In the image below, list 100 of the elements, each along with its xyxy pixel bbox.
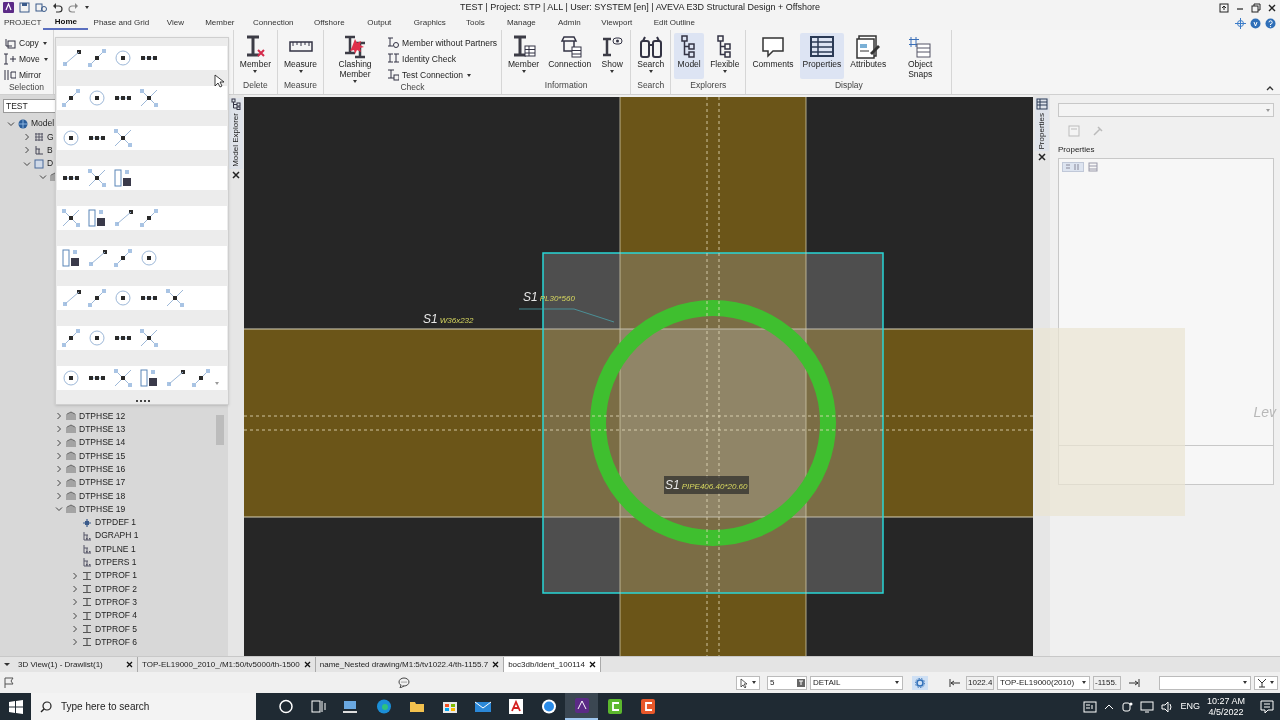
tree-item[interactable]: DTPROF 1 — [95, 569, 138, 583]
arrow-to-start-icon[interactable] — [949, 678, 961, 687]
ribbon-button[interactable]: Attributes — [847, 33, 890, 79]
menu-tab[interactable]: Connection — [243, 16, 304, 30]
snap-tool-icon[interactable] — [113, 288, 133, 308]
ribbon-button[interactable]: Show — [597, 33, 628, 79]
menu-tab[interactable]: Member — [196, 16, 244, 30]
settings-button[interactable] — [912, 675, 928, 690]
detail-dropdown[interactable]: DETAIL — [810, 675, 903, 690]
news-icon[interactable] — [1083, 700, 1098, 713]
close-icon[interactable] — [1267, 2, 1277, 13]
properties-tab[interactable]: Properties — [1034, 98, 1049, 152]
snap-tool-icon[interactable] — [139, 248, 159, 268]
level-dropdown[interactable]: TOP-EL19000(2010) — [997, 675, 1090, 690]
tree-item[interactable]: DTPHSE 17 — [79, 476, 126, 489]
document-icon[interactable] — [35, 2, 47, 13]
arrow-to-end-icon[interactable] — [1128, 678, 1140, 687]
tree-item[interactable]: DTPHSE 16 — [79, 462, 126, 476]
snap-tool-icon[interactable] — [165, 368, 185, 388]
ribbon-button[interactable]: Properties — [799, 33, 845, 79]
tree-item[interactable]: DTPROF 3 — [95, 595, 138, 609]
snap-tool-icon[interactable] — [87, 48, 107, 68]
menu-tab[interactable]: Phase and Grid — [88, 16, 155, 30]
ribbon-button[interactable]: Member — [236, 33, 274, 79]
app-icon[interactable] — [3, 2, 14, 13]
notifications-icon[interactable] — [1260, 699, 1274, 714]
tree-item[interactable]: D — [47, 157, 54, 170]
clock-date[interactable]: 4/5/2022 — [1208, 706, 1244, 718]
menu-tab[interactable]: Edit Outline — [643, 16, 706, 30]
language-indicator[interactable]: ENG — [1180, 699, 1200, 714]
snap-tool-icon[interactable] — [139, 368, 159, 388]
snap-tool-icon[interactable] — [113, 248, 133, 268]
close-icon[interactable] — [1037, 153, 1046, 162]
snap-tool-icon[interactable] — [113, 128, 133, 148]
snap-tool-icon[interactable] — [113, 48, 133, 68]
snap-tool-icon[interactable] — [87, 88, 107, 108]
redo-icon[interactable] — [68, 2, 79, 13]
save-icon[interactable] — [19, 2, 30, 13]
snap-tool-icon[interactable] — [61, 88, 81, 108]
tree-item[interactable]: DTPHSE 12 — [79, 409, 126, 423]
ribbon-button[interactable]: Clashing Member — [327, 33, 384, 79]
ribbon-button[interactable]: Model — [674, 33, 705, 79]
snap-tool-icon[interactable] — [165, 288, 185, 308]
windows-start-icon[interactable] — [9, 699, 23, 714]
menu-tab[interactable]: Output — [355, 16, 404, 30]
tree-item[interactable]: DTPERS 1 — [95, 556, 137, 569]
snap-tool-icon[interactable] — [113, 208, 133, 228]
network-icon[interactable] — [1140, 700, 1155, 713]
clock-time[interactable]: 10:27 AM — [1206, 695, 1245, 707]
tree-item[interactable]: B — [47, 143, 53, 157]
scroll-down-icon[interactable] — [214, 381, 220, 386]
help-icon[interactable] — [1265, 18, 1276, 29]
ribbon-button[interactable]: Comments — [749, 33, 797, 79]
close-icon[interactable] — [126, 661, 133, 668]
ribbon-button[interactable]: Identity Check — [386, 51, 498, 67]
tree-item[interactable]: G — [47, 130, 54, 144]
menu-tab[interactable]: Viewport — [590, 16, 644, 30]
snap-tool-icon[interactable] — [61, 248, 81, 268]
ribbon-button[interactable]: Flexible — [707, 33, 743, 79]
scrollbar-thumb[interactable] — [216, 415, 224, 445]
info-icon[interactable] — [1250, 18, 1261, 29]
ribbon-button[interactable]: Search — [634, 33, 668, 79]
tree-item[interactable]: DTPROF 6 — [95, 635, 138, 649]
snap-tool-icon[interactable] — [191, 368, 211, 388]
ribbon-button[interactable]: Mirror — [3, 67, 50, 83]
ribbon-button[interactable]: Test Connection — [386, 67, 498, 83]
snap-dropdown[interactable] — [1254, 675, 1278, 690]
close-icon[interactable] — [588, 661, 596, 668]
snap-tool-icon[interactable] — [113, 168, 133, 188]
tree-item[interactable]: DTPHSE 18 — [79, 489, 126, 503]
left-offset-field[interactable]: 1022.4 — [966, 675, 994, 690]
restore-icon[interactable] — [1251, 2, 1261, 13]
ribbon-button[interactable]: Connection — [545, 33, 595, 79]
volume-icon[interactable] — [1161, 700, 1174, 713]
tree-item[interactable]: DTPHSE 13 — [79, 423, 126, 436]
snap-tool-icon[interactable] — [61, 328, 81, 348]
close-icon[interactable] — [303, 661, 311, 668]
collapse-ribbon-icon[interactable] — [1266, 85, 1274, 91]
restore-ribbon-icon[interactable] — [1219, 2, 1229, 13]
menu-tab[interactable]: PROJECT — [2, 16, 44, 30]
snap-tool-icon[interactable] — [61, 48, 81, 68]
ribbon-button[interactable]: Copy — [3, 35, 50, 51]
pointer-dropdown[interactable] — [736, 675, 760, 690]
snap-tool-icon[interactable] — [61, 128, 81, 148]
snap-tool-icon[interactable] — [139, 328, 159, 348]
snap-tool-icon[interactable] — [61, 368, 81, 388]
document-tab[interactable]: boc3db/Ident_100114 — [504, 657, 601, 672]
menu-tab[interactable]: Offshore — [303, 16, 356, 30]
close-icon[interactable] — [232, 170, 240, 179]
resize-grip[interactable] — [136, 400, 150, 403]
tree-item[interactable]: DTPROF 5 — [95, 622, 138, 636]
explorer-tab[interactable]: Model Explorer — [229, 98, 243, 169]
meet-icon[interactable] — [1121, 700, 1134, 713]
menu-tab[interactable]: Tools — [456, 16, 495, 30]
snap-tool-icon[interactable] — [139, 208, 159, 228]
ribbon-button[interactable]: Move — [3, 51, 50, 67]
tree-item[interactable]: DGRAPH 1 — [95, 529, 139, 543]
snap-tool-icon[interactable] — [87, 328, 107, 348]
taskbar-search-field[interactable]: Type here to search — [31, 693, 256, 720]
crosshair-icon[interactable] — [1235, 18, 1246, 29]
